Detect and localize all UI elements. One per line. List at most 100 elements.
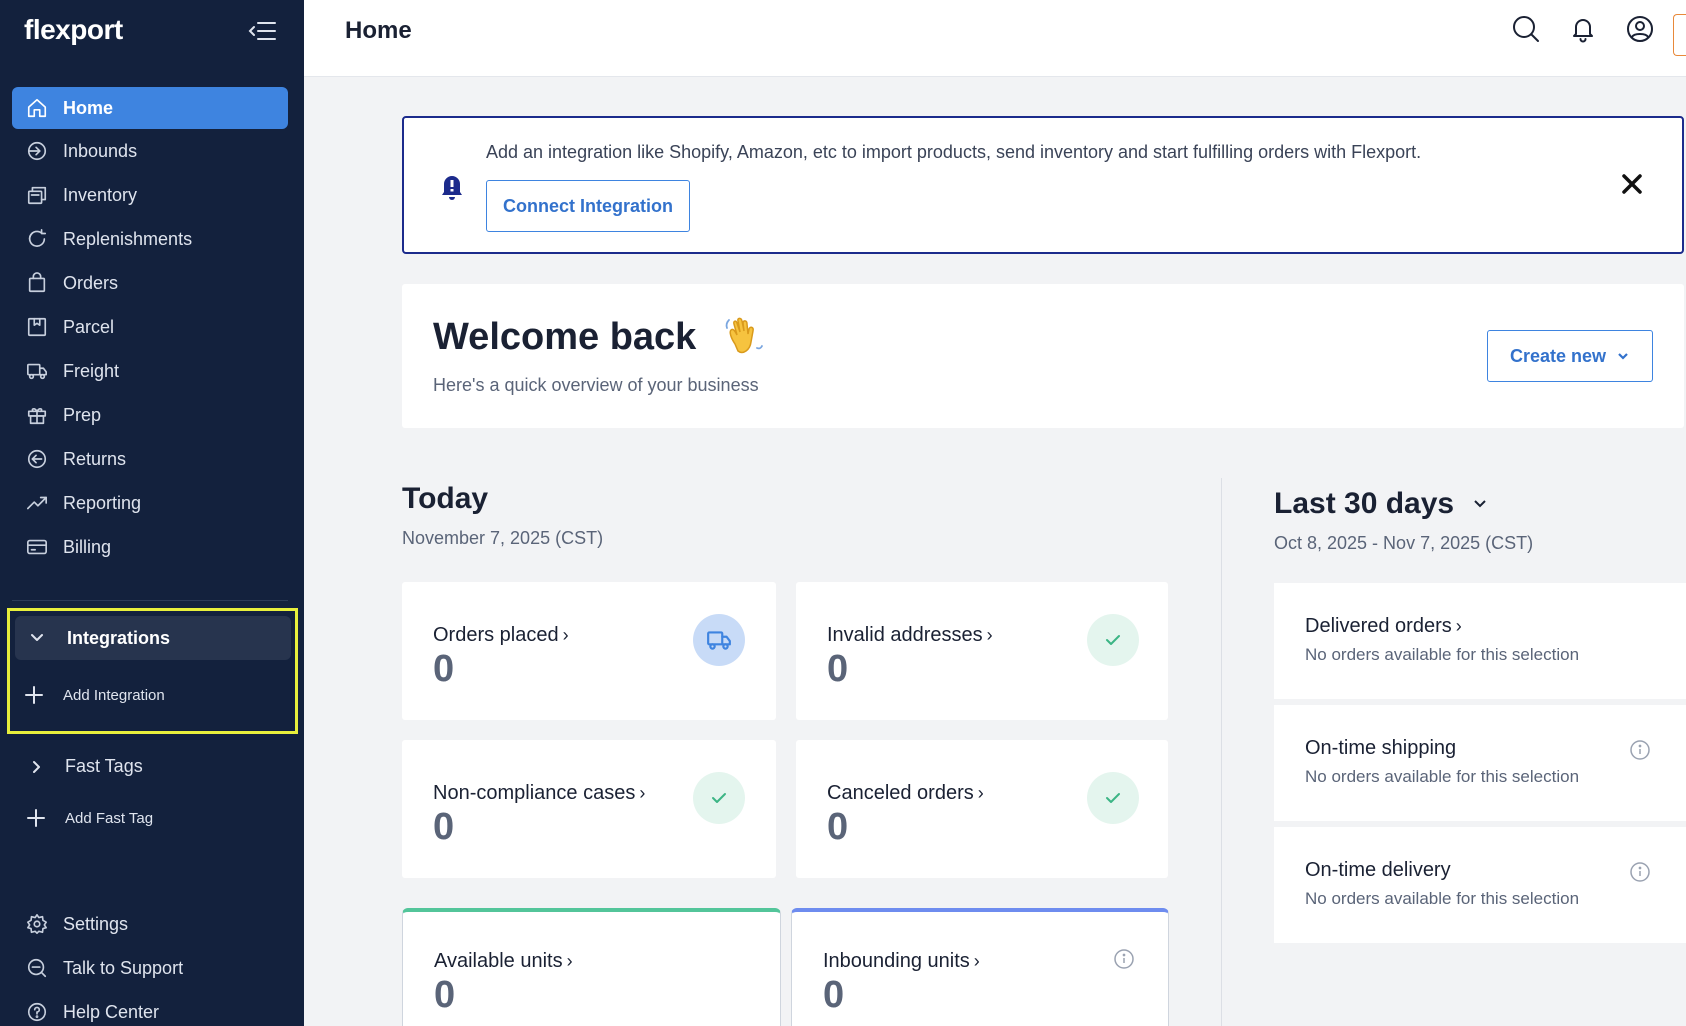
user-account-icon[interactable]	[1625, 14, 1655, 46]
card-value: 0	[827, 806, 849, 848]
plus-icon	[25, 686, 43, 704]
create-new-label: Create new	[1509, 345, 1607, 366]
non-compliance-card[interactable]: Non-compliance cases › 0	[402, 740, 776, 878]
connect-integration-button[interactable]: Connect Integration	[486, 180, 690, 232]
sidebar-item-label: Prep	[63, 404, 102, 425]
sidebar: flexport Home Inbounds Inventory Repleni…	[0, 0, 304, 1026]
card-label: Inbounding units ›	[823, 950, 980, 972]
sidebar-item-home[interactable]: Home	[12, 87, 288, 129]
sidebar-nav: Home Inbounds Inventory Replenishments O…	[12, 87, 288, 569]
truck-icon	[693, 614, 745, 666]
sidebar-item-label: Billing	[63, 536, 112, 557]
sidebar-item-label: Talk to Support	[63, 957, 184, 978]
welcome-card: Welcome back Here's a quick overview of …	[402, 284, 1684, 428]
banner-message: Add an integration like Shopify, Amazon,…	[486, 142, 1422, 162]
integrations-label: Integrations	[67, 627, 171, 648]
last-30-days-selector[interactable]: Last 30 days	[1274, 487, 1488, 521]
delivered-orders-card[interactable]: Delivered orders › No orders available fo…	[1274, 583, 1686, 699]
card-label: Canceled orders ›	[827, 782, 984, 804]
header-action-button[interactable]	[1673, 14, 1686, 56]
sidebar-item-label: Replenishments	[63, 228, 193, 249]
add-integration-link[interactable]: Add Integration	[24, 685, 165, 705]
chevron-down-icon	[1618, 353, 1628, 360]
sidebar-item-billing[interactable]: Billing	[12, 525, 288, 569]
sidebar-item-returns[interactable]: Returns	[12, 437, 288, 481]
sidebar-item-reporting[interactable]: Reporting	[12, 481, 288, 525]
sidebar-item-label: Home	[63, 97, 114, 118]
inbound-icon	[25, 139, 49, 163]
available-units-card[interactable]: Available units › 0	[402, 908, 781, 1026]
sidebar-item-support[interactable]: Talk to Support	[12, 946, 288, 990]
page-title: Home	[345, 17, 412, 44]
gear-icon	[25, 912, 49, 936]
card-empty-message: No orders available for this selection	[1305, 767, 1580, 786]
sidebar-bottom-nav: Settings Talk to Support Help Center	[12, 902, 288, 1026]
info-icon[interactable]	[1113, 948, 1135, 970]
welcome-subtitle: Here's a quick overview of your business	[433, 375, 759, 395]
card-value: 0	[433, 806, 455, 848]
replenish-icon	[25, 227, 49, 251]
card-value: 0	[434, 974, 456, 1016]
chevron-down-icon	[31, 634, 43, 641]
flexport-logo[interactable]: flexport	[24, 14, 123, 46]
on-time-delivery-card[interactable]: On-time delivery No orders available for…	[1274, 827, 1686, 943]
section-divider	[1221, 478, 1222, 1026]
welcome-title: Welcome back	[433, 316, 697, 358]
sidebar-item-label: Help Center	[63, 1001, 160, 1022]
check-icon	[1087, 614, 1139, 666]
sidebar-item-inbounds[interactable]: Inbounds	[12, 129, 288, 173]
truck-icon	[25, 359, 49, 383]
canceled-orders-card[interactable]: Canceled orders › 0	[796, 740, 1168, 878]
sidebar-item-label: Parcel	[63, 316, 115, 337]
shopping-bag-icon	[25, 271, 49, 295]
integrations-toggle[interactable]: Integrations	[15, 616, 291, 660]
sidebar-item-label: Settings	[63, 913, 129, 934]
sidebar-item-label: Orders	[63, 272, 119, 293]
card-empty-message: No orders available for this selection	[1305, 889, 1580, 908]
card-value: 0	[433, 648, 455, 690]
card-label: Available units ›	[434, 950, 573, 972]
sidebar-item-parcel[interactable]: Parcel	[12, 305, 288, 349]
create-new-button[interactable]: Create new	[1487, 330, 1653, 382]
top-bar: Home	[304, 0, 1686, 77]
card-label: On-time delivery	[1305, 859, 1451, 881]
orders-placed-card[interactable]: Orders placed › 0	[402, 582, 776, 720]
sidebar-item-prep[interactable]: Prep	[12, 393, 288, 437]
sidebar-item-settings[interactable]: Settings	[12, 902, 288, 946]
sidebar-item-help[interactable]: Help Center	[12, 990, 288, 1026]
on-time-shipping-card[interactable]: On-time shipping No orders available for…	[1274, 705, 1686, 821]
gift-icon	[25, 403, 49, 427]
trend-icon	[25, 491, 49, 515]
logo-row: flexport	[0, 0, 304, 62]
sidebar-item-orders[interactable]: Orders	[12, 261, 288, 305]
credit-card-icon	[25, 535, 49, 559]
bell-icon[interactable]	[1568, 14, 1598, 46]
invalid-addresses-card[interactable]: Invalid addresses › 0	[796, 582, 1168, 720]
inbounding-units-card[interactable]: Inbounding units › 0	[791, 908, 1169, 1026]
check-icon	[693, 772, 745, 824]
integration-banner: Add an integration like Shopify, Amazon,…	[402, 116, 1684, 254]
sidebar-item-inventory[interactable]: Inventory	[12, 173, 288, 217]
chat-icon	[25, 956, 49, 980]
close-icon[interactable]	[1618, 170, 1646, 198]
alert-bell-icon	[439, 172, 465, 202]
add-fast-tag-link[interactable]: Add Fast Tag	[26, 808, 153, 828]
info-icon[interactable]	[1629, 861, 1651, 883]
fast-tags-toggle[interactable]: Fast Tags	[28, 756, 143, 777]
parcel-icon	[25, 315, 49, 339]
chevron-down-icon	[1474, 500, 1486, 508]
collapse-sidebar-icon[interactable]	[248, 18, 278, 44]
info-icon[interactable]	[1629, 739, 1651, 761]
sidebar-item-replenishments[interactable]: Replenishments	[12, 217, 288, 261]
search-icon[interactable]	[1511, 14, 1541, 46]
waving-hand-icon	[721, 314, 767, 360]
add-integration-label: Add Integration	[63, 686, 165, 704]
today-date: November 7, 2025 (CST)	[402, 528, 604, 548]
sidebar-item-label: Reporting	[63, 492, 142, 513]
sidebar-item-freight[interactable]: Freight	[12, 349, 288, 393]
help-icon	[25, 1000, 49, 1024]
today-title: Today	[402, 482, 489, 515]
card-value: 0	[823, 974, 845, 1016]
sidebar-item-label: Inbounds	[63, 140, 138, 161]
inventory-icon	[25, 183, 49, 207]
